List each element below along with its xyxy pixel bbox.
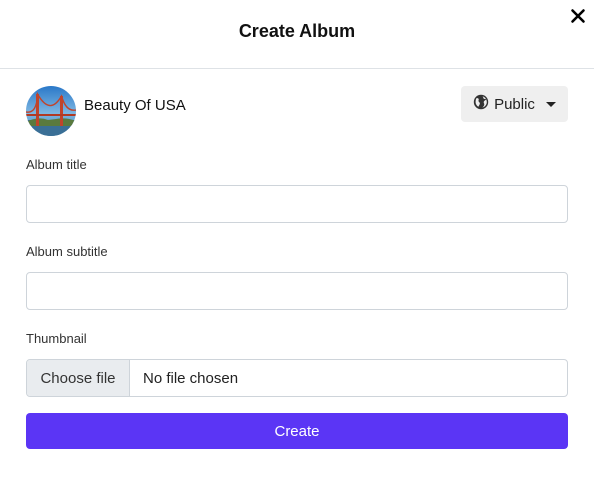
modal-header: Create Album [0, 0, 594, 69]
album-title-label: Album title [26, 157, 87, 172]
caret-down-icon [545, 101, 556, 107]
file-status: No file chosen [143, 369, 239, 387]
create-button[interactable]: Create [26, 413, 568, 449]
globe-icon [473, 94, 489, 114]
choose-file-button[interactable]: Choose file [27, 360, 130, 396]
privacy-label: Public [494, 95, 535, 113]
modal-title: Create Album [238, 21, 356, 41]
close-button[interactable] [568, 6, 588, 26]
thumbnail-file-input[interactable]: Choose file No file chosen [26, 359, 568, 397]
avatar [26, 86, 76, 136]
thumbnail-label: Thumbnail [26, 331, 87, 346]
owner-name: Beauty Of USA [84, 97, 186, 114]
create-album-modal: Create Album Beauty Of USA Public Album … [0, 0, 594, 486]
close-icon [568, 6, 588, 26]
privacy-dropdown[interactable]: Public [461, 86, 568, 122]
album-subtitle-input[interactable] [26, 272, 568, 310]
album-subtitle-label: Album subtitle [26, 244, 108, 259]
album-title-input[interactable] [26, 185, 568, 223]
